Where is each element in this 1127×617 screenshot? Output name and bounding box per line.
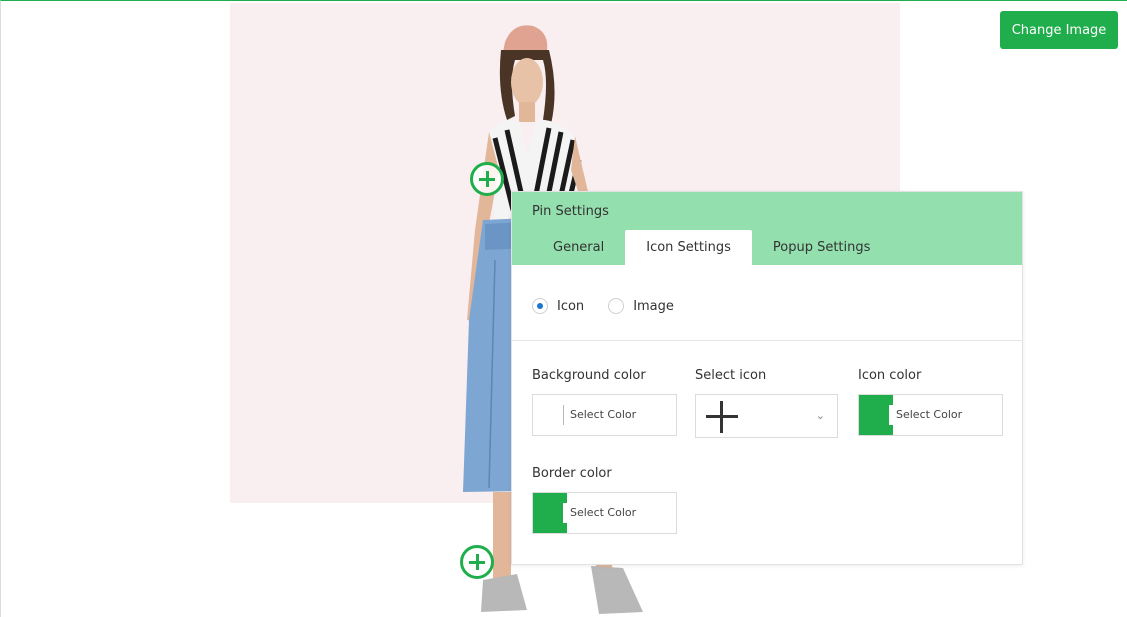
- radio-icon[interactable]: Icon: [532, 298, 584, 314]
- settings-tabs: General Icon Settings Popup Settings: [532, 230, 891, 265]
- select-icon-label: Select icon: [695, 368, 767, 383]
- swatch-notch: [889, 405, 895, 425]
- color-swatch: [533, 493, 567, 533]
- icon-color-label: Icon color: [858, 368, 922, 383]
- change-image-button[interactable]: Change Image: [1000, 11, 1118, 49]
- radio-button-checked[interactable]: [532, 298, 548, 314]
- panel-header: Pin Settings General Icon Settings Popup…: [512, 192, 1022, 265]
- radio-image[interactable]: Image: [608, 298, 674, 314]
- chevron-down-icon: ⌄: [815, 409, 825, 422]
- border-color-picker[interactable]: Select Color: [532, 492, 677, 534]
- background-color-label: Background color: [532, 368, 646, 383]
- color-swatch: [563, 405, 564, 425]
- color-swatch: [859, 395, 893, 435]
- radio-image-label: Image: [633, 298, 674, 314]
- icon-color-text: Select Color: [896, 408, 963, 421]
- radio-button-unchecked[interactable]: [608, 298, 625, 314]
- plus-icon: [706, 401, 738, 433]
- plus-circle-pin-icon[interactable]: [470, 162, 504, 196]
- swatch-notch: [563, 503, 569, 523]
- tab-general[interactable]: General: [532, 230, 625, 265]
- border-color-label: Border color: [532, 466, 612, 481]
- background-color-text: Select Color: [570, 408, 637, 421]
- select-icon-dropdown[interactable]: ⌄: [695, 394, 838, 438]
- panel-title: Pin Settings: [532, 204, 609, 219]
- border-color-text: Select Color: [570, 506, 637, 519]
- pin-settings-panel: Pin Settings General Icon Settings Popup…: [511, 191, 1023, 565]
- plus-circle-pin-icon[interactable]: [460, 545, 494, 579]
- radio-icon-label: Icon: [557, 298, 585, 314]
- pin-type-options: Icon Image: [532, 298, 698, 314]
- background-color-picker[interactable]: Select Color: [532, 394, 677, 436]
- icon-color-picker[interactable]: Select Color: [858, 394, 1003, 436]
- divider: [512, 340, 1022, 341]
- tab-popup-settings[interactable]: Popup Settings: [752, 230, 892, 265]
- tab-icon-settings[interactable]: Icon Settings: [625, 230, 752, 265]
